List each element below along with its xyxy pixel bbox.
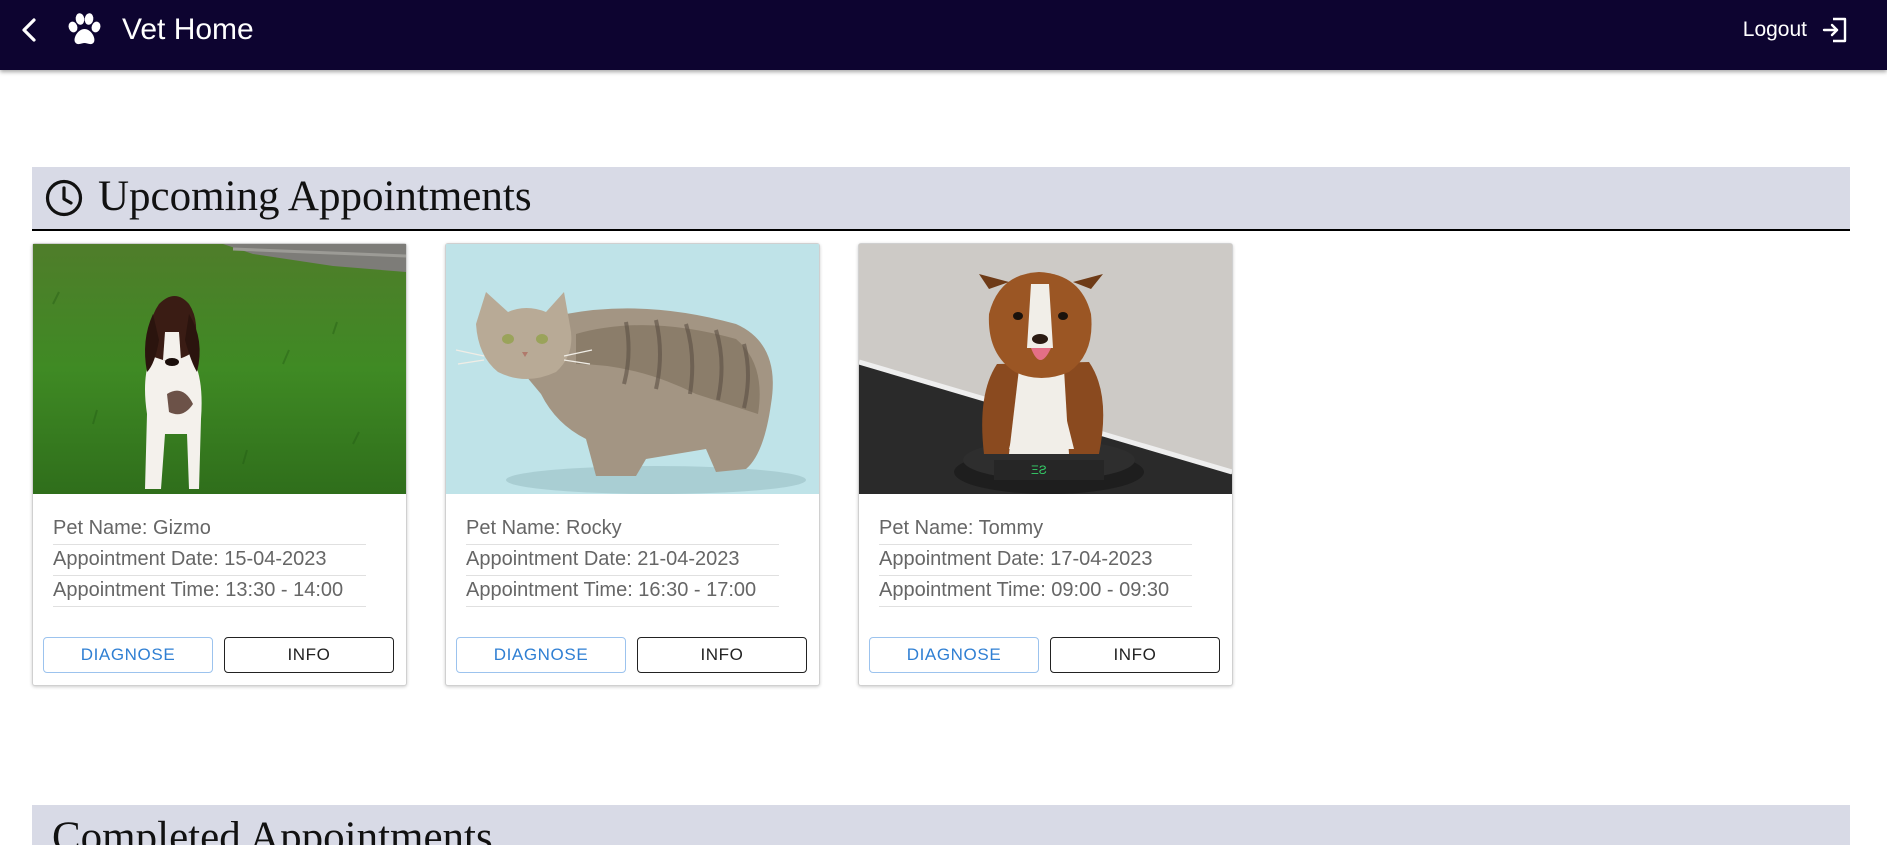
dog-photo bbox=[33, 244, 406, 494]
dog-photo: ΞƧ bbox=[859, 244, 1232, 494]
clock-icon bbox=[44, 178, 84, 218]
diagnose-button[interactable]: DIAGNOSE bbox=[869, 637, 1039, 673]
paw-icon bbox=[64, 10, 104, 50]
appointment-date: Appointment Date: 15-04-2023 bbox=[53, 545, 366, 576]
pet-name: Pet Name: Gizmo bbox=[53, 514, 366, 545]
appointment-time: Appointment Time: 09:00 - 09:30 bbox=[879, 576, 1192, 607]
diagnose-button[interactable]: DIAGNOSE bbox=[456, 637, 626, 673]
appointment-time: Appointment Time: 16:30 - 17:00 bbox=[466, 576, 779, 607]
info-button[interactable]: INFO bbox=[1050, 637, 1220, 673]
appointment-card: ΞƧ Pet Name: Tommy Appointment Date: 17-… bbox=[858, 243, 1233, 686]
pet-name: Pet Name: Tommy bbox=[879, 514, 1192, 545]
appointment-card: Pet Name: Rocky Appointment Date: 21-04-… bbox=[445, 243, 820, 686]
info-button[interactable]: INFO bbox=[637, 637, 807, 673]
section-title: Upcoming Appointments bbox=[98, 173, 532, 220]
app-title: Vet Home bbox=[122, 13, 254, 46]
logout-label: Logout bbox=[1742, 18, 1807, 41]
completed-appointments-header: Completed Appointments bbox=[32, 805, 1850, 845]
info-button[interactable]: INFO bbox=[224, 637, 394, 673]
cat-photo bbox=[446, 244, 819, 494]
svg-text:ΞƧ: ΞƧ bbox=[1031, 463, 1047, 477]
app-bar: Vet Home Logout bbox=[0, 0, 1887, 70]
appointment-time: Appointment Time: 13:30 - 14:00 bbox=[53, 576, 366, 607]
logout-icon bbox=[1821, 16, 1849, 44]
appointment-date: Appointment Date: 17-04-2023 bbox=[879, 545, 1192, 576]
appointment-date: Appointment Date: 21-04-2023 bbox=[466, 545, 779, 576]
appointment-card: Pet Name: Gizmo Appointment Date: 15-04-… bbox=[32, 243, 407, 686]
upcoming-appointments-header: Upcoming Appointments bbox=[32, 167, 1850, 231]
logout-button[interactable]: Logout bbox=[1743, 14, 1849, 46]
section-title: Completed Appointments bbox=[52, 814, 493, 845]
pet-name: Pet Name: Rocky bbox=[466, 514, 779, 545]
chevron-left-icon[interactable] bbox=[16, 14, 44, 46]
diagnose-button[interactable]: DIAGNOSE bbox=[43, 637, 213, 673]
